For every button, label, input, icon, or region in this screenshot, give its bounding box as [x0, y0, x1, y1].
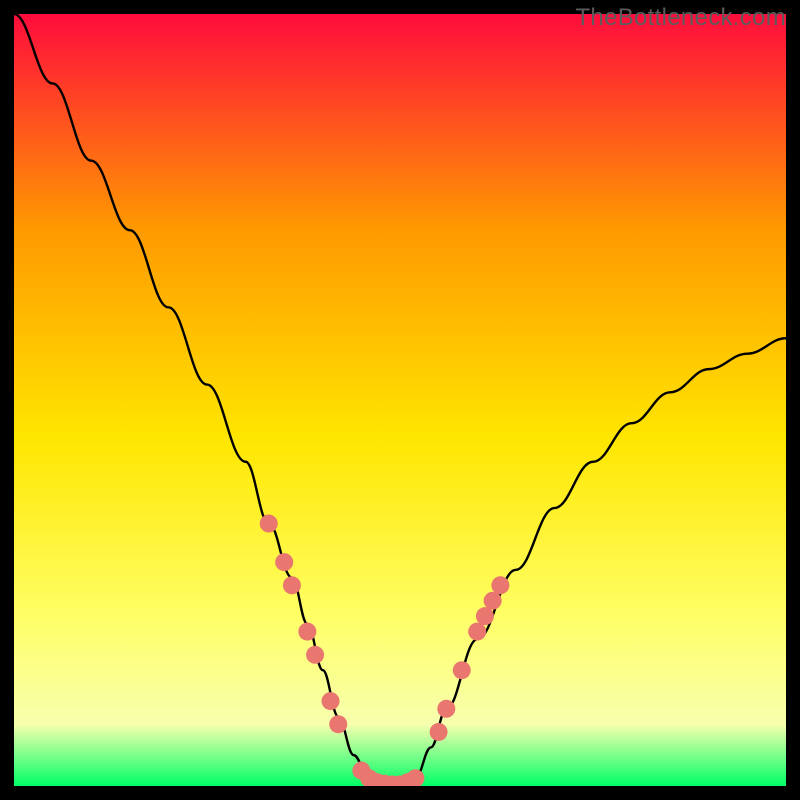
data-point: [260, 515, 278, 533]
chart-frame: TheBottleneck.com: [0, 0, 800, 800]
data-point: [437, 700, 455, 718]
data-point: [283, 576, 301, 594]
data-point: [430, 723, 448, 741]
gradient-background: [14, 14, 786, 786]
chart-svg: [14, 14, 786, 786]
data-point: [491, 576, 509, 594]
plot-area: [14, 14, 786, 786]
data-point: [453, 661, 471, 679]
data-point: [306, 646, 324, 664]
data-point: [298, 623, 316, 641]
data-point: [468, 623, 486, 641]
watermark-text: TheBottleneck.com: [575, 4, 786, 32]
data-point: [322, 692, 340, 710]
data-point: [476, 607, 494, 625]
data-point: [329, 715, 347, 733]
data-point: [484, 592, 502, 610]
data-point: [275, 553, 293, 571]
